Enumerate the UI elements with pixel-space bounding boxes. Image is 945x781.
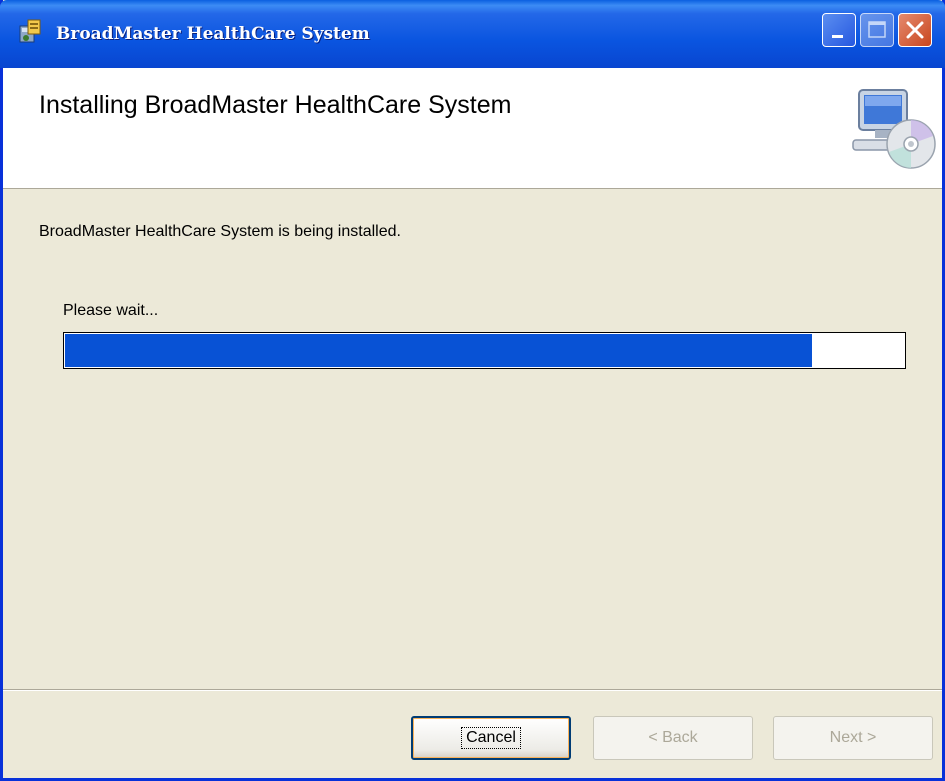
minimize-icon (832, 35, 843, 38)
footer-divider-highlight (3, 690, 942, 691)
maximize-icon (868, 21, 886, 38)
page-title: Installing BroadMaster HealthCare System (39, 91, 512, 119)
window-title: BroadMaster HealthCare System (56, 24, 370, 44)
wait-label: Please wait... (63, 302, 159, 319)
minimize-button[interactable] (822, 13, 856, 47)
installer-window: BroadMaster HealthCare System Installing… (0, 0, 945, 781)
next-button[interactable]: Next > (773, 716, 933, 760)
back-button-label: < Back (648, 729, 698, 746)
status-text: BroadMaster HealthCare System is being i… (39, 223, 401, 240)
title-bar[interactable]: BroadMaster HealthCare System (0, 0, 945, 68)
installer-app-icon (19, 19, 41, 43)
cancel-button-label: Cancel (461, 727, 521, 749)
dialog-header: Installing BroadMaster HealthCare System (3, 68, 942, 189)
progress-fill (65, 334, 812, 367)
maximize-button[interactable] (860, 13, 894, 47)
next-button-label: Next > (829, 729, 877, 746)
computer-cd-icon (852, 89, 936, 169)
close-icon (906, 21, 924, 39)
close-button[interactable] (898, 13, 932, 47)
cancel-button[interactable]: Cancel (411, 716, 571, 760)
install-progress-bar (63, 332, 906, 369)
back-button[interactable]: < Back (593, 716, 753, 760)
